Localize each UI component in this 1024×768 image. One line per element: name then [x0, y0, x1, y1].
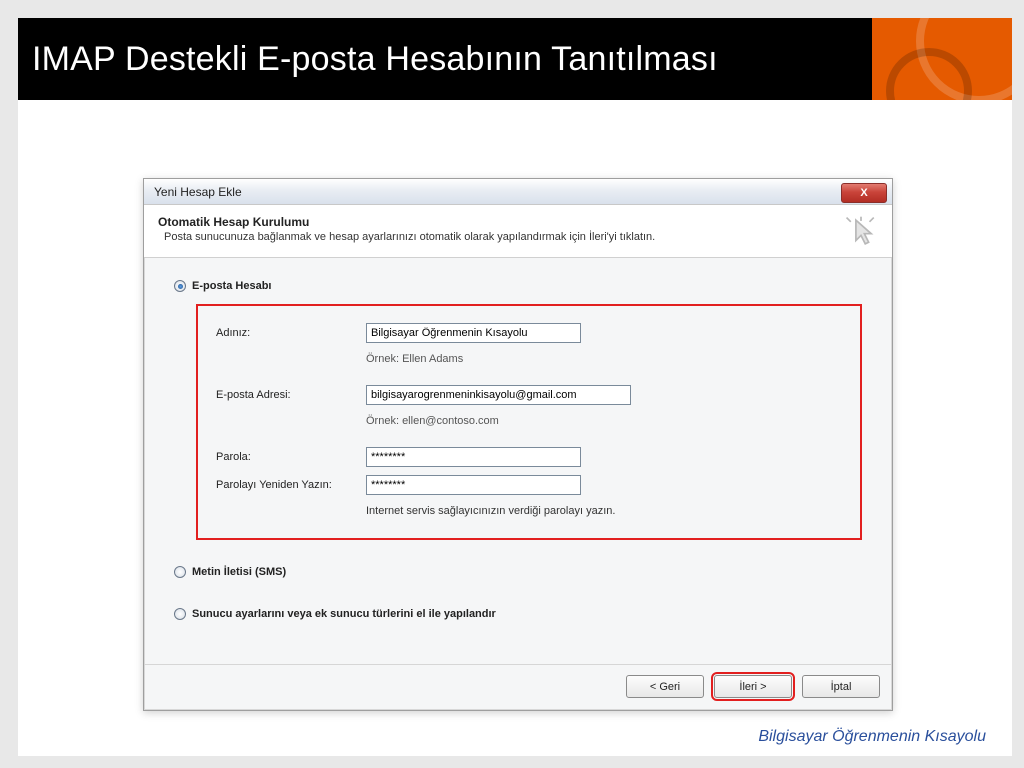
option-sms[interactable]: Metin İletisi (SMS) — [174, 566, 862, 578]
option-label: Sunucu ayarlarını veya ek sunucu türleri… — [192, 608, 496, 620]
password-hint: Internet servis sağlayıcınızın verdiği p… — [366, 505, 846, 517]
option-email-account[interactable]: E-posta Hesabı — [174, 280, 862, 292]
slide-frame: IMAP Destekli E-posta Hesabının Tanıtılm… — [0, 0, 1024, 768]
slide-stage: Yeni Hesap Ekle X Otomatik Hesap Kurulum… — [36, 118, 1000, 716]
dialog-title: Yeni Hesap Ekle — [154, 185, 242, 199]
password-label: Parola: — [216, 451, 366, 463]
radio-icon — [174, 566, 186, 578]
cancel-button[interactable]: İptal — [802, 675, 880, 698]
highlighted-form-area: Adınız: Örnek: Ellen Adams E-posta Adres… — [196, 304, 862, 540]
name-label: Adınız: — [216, 327, 366, 339]
dialog-titlebar[interactable]: Yeni Hesap Ekle X — [144, 179, 892, 205]
radio-icon — [174, 280, 186, 292]
dialog-body: E-posta Hesabı Adınız: Örnek: Ellen Adam… — [144, 258, 892, 654]
option-label: E-posta Hesabı — [192, 280, 271, 292]
dialog-banner: Otomatik Hesap Kurulumu Posta sunucunuza… — [144, 205, 892, 258]
dialog-window: Yeni Hesap Ekle X Otomatik Hesap Kurulum… — [143, 178, 893, 711]
back-button[interactable]: < Geri — [626, 675, 704, 698]
email-input[interactable] — [366, 385, 631, 405]
name-input[interactable] — [366, 323, 581, 343]
option-label: Metin İletisi (SMS) — [192, 566, 286, 578]
slide-footer: Bilgisayar Öğrenmenin Kısayolu — [758, 728, 986, 746]
email-example: Örnek: ellen@contoso.com — [366, 415, 666, 427]
slide-title: IMAP Destekli E-posta Hesabının Tanıtılm… — [32, 40, 718, 79]
next-button[interactable]: İleri > — [714, 675, 792, 698]
option-manual[interactable]: Sunucu ayarlarını veya ek sunucu türleri… — [174, 608, 862, 620]
password-input[interactable] — [366, 447, 581, 467]
slide-title-bar: IMAP Destekli E-posta Hesabının Tanıtılm… — [18, 18, 1012, 100]
radio-icon — [174, 608, 186, 620]
password-confirm-input[interactable] — [366, 475, 581, 495]
email-label: E-posta Adresi: — [216, 389, 366, 401]
name-example: Örnek: Ellen Adams — [366, 353, 666, 365]
close-icon: X — [860, 187, 867, 199]
close-button[interactable]: X — [841, 183, 887, 203]
cursor-setup-icon — [844, 215, 878, 249]
banner-title: Otomatik Hesap Kurulumu — [158, 215, 878, 229]
password2-label: Parolayı Yeniden Yazın: — [216, 479, 366, 491]
slide-decoration — [872, 18, 1012, 100]
banner-subtitle: Posta sunucunuza bağlanmak ve hesap ayar… — [158, 231, 878, 243]
dialog-button-row: < Geri İleri > İptal — [144, 665, 892, 710]
